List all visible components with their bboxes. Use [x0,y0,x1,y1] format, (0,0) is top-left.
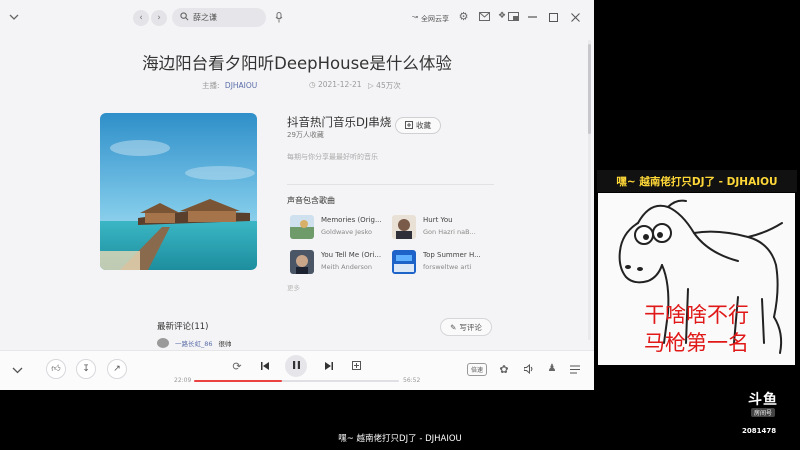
forward-button[interactable]: › [151,10,167,26]
comments-header: 最新评论(11) [157,322,209,332]
play-count: ▷ 45万次 [368,80,401,91]
camera-overlay: 干啥啥不行 马枪第一名 [598,193,795,365]
song-artist[interactable]: Meith Anderson [321,263,372,271]
logo-text: 斗鱼 [748,392,778,408]
thumbs-up-icon: 👍︎ [51,364,61,374]
time-current: 22:09 [174,377,192,384]
songs-header: 声音包含歌曲 [287,196,335,205]
host-label: 主播: [202,81,220,90]
divider [287,184,494,185]
mail-icon[interactable] [479,12,490,21]
cam-caption-line1: 干啥啥不行 [644,303,749,327]
write-comment-button[interactable]: ✎ 写评论 [440,318,492,336]
progress-fill [194,380,283,382]
window-minimize-button[interactable] [527,11,538,22]
song-name: Hurt You [423,216,453,224]
play-queue-icon[interactable] [569,363,581,375]
page-title: 海边阳台看夕阳听DeepHouse是什么体验 [142,54,452,73]
window-close-button[interactable] [570,12,580,22]
song-artist[interactable]: Goldwave Jesko [321,228,372,236]
collect-icon [405,120,413,131]
song-name: You Tell Me (Ori... [321,251,382,259]
comment-item: 一路长虹_86 很帅 [157,337,232,349]
douyu-logo: 斗鱼 房间号 [743,392,783,428]
publish-date: ◷ 2021-12-21 [309,80,362,89]
window-minimize-icon[interactable] [8,11,20,23]
comment-text: 很帅 [218,340,232,348]
cover-image [100,113,257,270]
listen-together-icon[interactable]: ♟ [545,363,559,375]
microphone-icon[interactable] [274,11,284,23]
download-icon: ↧ [82,364,90,374]
player-bar: 👍︎ ↧ ↗ ⟳ 22:09 56:52 倍速 ✿ ♟ [0,350,594,390]
playlist-favorites: 29万人收藏 [287,131,324,139]
playlist-description: 每期与你分享最最好听的音乐 [287,153,378,161]
search-input[interactable]: 薛之谦 [172,8,266,27]
song-item[interactable]: You Tell Me (Ori... Meith Anderson [290,250,390,274]
previous-icon[interactable] [260,361,270,371]
song-item[interactable]: Hurt You Gon Hazri naB... [392,215,492,239]
logo-subtext: 房间号 [750,408,775,417]
download-button[interactable]: ↧ [76,359,96,379]
write-comment-label: 写评论 [459,322,482,332]
next-icon[interactable] [324,361,334,371]
song-thumbnail [290,215,314,239]
progress-bar[interactable] [194,380,399,382]
song-thumbnail [392,250,416,274]
song-artist[interactable]: Gon Hazri naB... [423,228,476,236]
like-button[interactable]: 👍︎ [46,359,66,379]
playlist-title[interactable]: 抖音热门音乐DJ串烧 [287,114,391,130]
song-item[interactable]: Memories (Orig... Goldwave Jesko [290,215,390,239]
host-name-link[interactable]: DJHAIOU [225,81,257,90]
avatar[interactable] [157,338,169,348]
collect-button[interactable]: 收藏 [395,117,441,134]
collect-label: 收藏 [416,121,431,130]
stream-subtitle: 嘿~ 越南佬打只DJ了 - DJHAIOU [338,434,462,444]
song-name: Memories (Orig... [321,216,382,224]
music-app-window: ‹ › 薛之谦 ↝ 全网云享 ⚙ ❖ 海边阳台看夕阳听DeepHouse是什么体… [0,0,594,390]
loop-icon[interactable]: ⟳ [231,360,243,372]
comment-user[interactable]: 一路长虹_86 [175,338,213,348]
pencil-icon: ✎ [450,322,457,332]
playback-speed-button[interactable]: 倍速 [467,363,487,376]
play-count-text: 45万次 [376,81,401,90]
window-maximize-button[interactable] [548,12,558,22]
song-thumbnail [290,250,314,274]
host-info: 主播: DJHAIOU [202,80,257,91]
share-button[interactable]: ↗ [107,359,127,379]
cam-caption-line2: 马枪第一名 [644,331,749,355]
play-icon-small: ▷ [368,81,374,90]
date-text: 2021-12-21 [317,80,362,89]
clock-icon: ◷ [309,80,316,89]
theme-icon[interactable]: ❖ [497,11,507,21]
back-button[interactable]: ‹ [133,10,149,26]
search-icon [180,11,189,24]
stream-banner: 嘿~ 越南佬打只DJ了 - DJHAIOU [597,170,797,192]
fullscreen-share-label[interactable]: 全网云享 [421,14,449,24]
title-bar: ‹ › 薛之谦 ↝ 全网云享 ⚙ ❖ [0,0,594,34]
search-text: 薛之谦 [193,13,217,22]
time-total: 56:52 [403,377,421,384]
mini-mode-icon[interactable] [508,12,519,21]
song-thumbnail [392,215,416,239]
effects-icon[interactable]: ✿ [497,363,511,375]
song-name: Top Summer H... [423,251,481,259]
share-icon: ↗ [113,364,121,374]
share-screen-icon[interactable]: ↝ [411,13,419,21]
playlist-add-icon[interactable] [351,360,362,371]
pause-icon [292,360,300,372]
collapse-chevron-icon[interactable] [10,365,24,375]
volume-icon[interactable] [523,363,535,375]
settings-icon[interactable]: ⚙ [458,11,469,22]
more-songs-link[interactable]: 更多 [287,282,300,292]
song-item[interactable]: Top Summer H... forsweltwe arti [392,250,492,274]
song-artist[interactable]: forsweltwe arti [423,263,471,271]
pause-button[interactable] [285,355,307,377]
